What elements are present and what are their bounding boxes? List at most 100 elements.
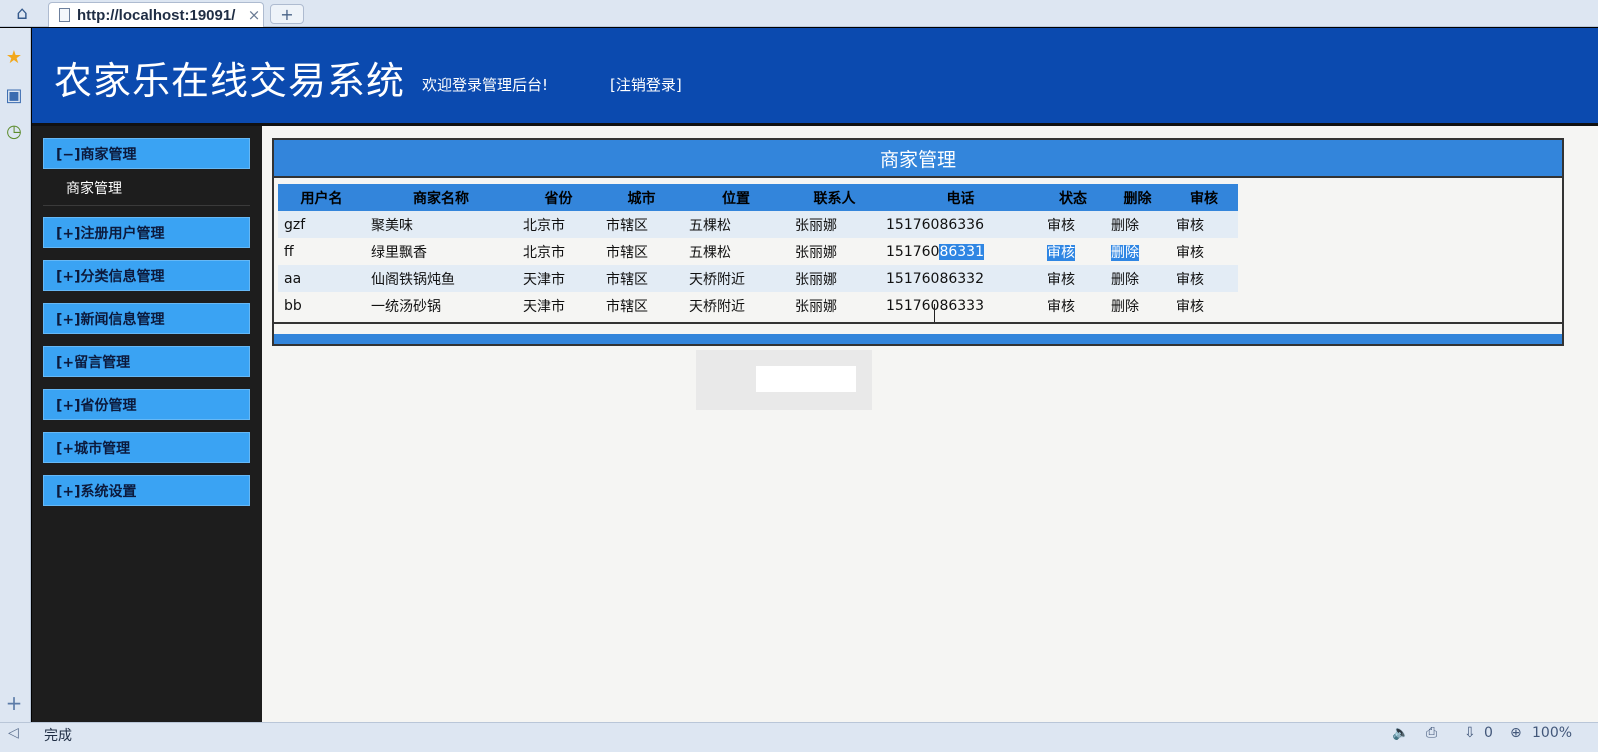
cell-city: 市辖区 (600, 211, 683, 238)
audit-link[interactable]: 审核 (1170, 292, 1238, 319)
cell-location: 五棵松 (683, 238, 789, 265)
cell-phone: 15176086336 (880, 211, 1041, 238)
tab-title: http://localhost:19091/ (77, 6, 236, 24)
panel-divider (274, 322, 1562, 324)
logout-link[interactable]: [注销登录] (610, 74, 682, 95)
menu-news-info[interactable]: [+]新闻信息管理 (43, 303, 250, 334)
cell-province: 天津市 (517, 292, 600, 319)
browser-side-toolbar: ★ ▣ ◷ + (0, 28, 31, 722)
col-username: 用户名 (278, 184, 365, 211)
home-icon[interactable]: ⌂ (8, 3, 36, 24)
phone-part: 151760 (886, 243, 940, 260)
status-link-text[interactable]: 审核 (1047, 244, 1075, 261)
menu-category-info[interactable]: [+]分类信息管理 (43, 260, 250, 291)
cell-province: 北京市 (517, 211, 600, 238)
text-cursor (934, 304, 935, 322)
table-row: aa 仙阁铁锅炖鱼 天津市 市辖区 天桥附近 张丽娜 15176086332 审… (278, 265, 1238, 292)
delete-link[interactable]: 删除 (1105, 292, 1170, 319)
merchant-table: 用户名 商家名称 省份 城市 位置 联系人 电话 状态 删除 审核 gzf 聚美… (278, 184, 1238, 319)
menu-system-settings[interactable]: [+]系统设置 (43, 475, 250, 506)
table-row: ff 绿里飘香 北京市 市辖区 五棵松 张丽娜 15176086331 审核 删… (278, 238, 1238, 265)
status-icon: ◁ (8, 725, 19, 741)
menu-message-management[interactable]: [+留言管理 (43, 346, 250, 377)
cell-merchant: 一统汤砂锅 (365, 292, 517, 319)
site-title: 农家乐在线交易系统 (54, 59, 406, 103)
cell-location: 天桥附近 (683, 265, 789, 292)
delete-link[interactable]: 删除 (1105, 265, 1170, 292)
col-city: 城市 (600, 184, 683, 211)
welcome-text: 欢迎登录管理后台! (422, 76, 549, 94)
delete-link[interactable]: 删除 (1105, 211, 1170, 238)
status-link[interactable]: 审核 (1041, 292, 1105, 319)
loading-placeholder-inner (756, 366, 856, 392)
col-audit: 审核 (1170, 184, 1238, 211)
col-province: 省份 (517, 184, 600, 211)
menu-sub-merchant-management[interactable]: 商家管理 (66, 178, 122, 198)
download-count: 0 (1484, 725, 1493, 741)
cell-contact: 张丽娜 (789, 265, 880, 292)
cell-city: 市辖区 (600, 238, 683, 265)
cell-username: gzf (278, 211, 365, 238)
menu-city-management[interactable]: [+城市管理 (43, 432, 250, 463)
audit-link[interactable]: 审核 (1170, 265, 1238, 292)
cell-city: 市辖区 (600, 265, 683, 292)
panel-footer (274, 334, 1562, 344)
cell-phone: 15176086333 (880, 292, 1041, 319)
close-tab-icon[interactable]: × (245, 6, 263, 24)
menu-merchant-management[interactable]: [−]商家管理 (43, 138, 250, 169)
screen-icon[interactable]: ▣ (3, 84, 25, 106)
menu-registered-users[interactable]: [+]注册用户管理 (43, 217, 250, 248)
page-icon (59, 8, 70, 22)
cell-merchant: 仙阁铁锅炖鱼 (365, 265, 517, 292)
cell-contact: 张丽娜 (789, 292, 880, 319)
cell-city: 市辖区 (600, 292, 683, 319)
audit-link[interactable]: 审核 (1170, 238, 1238, 265)
status-link[interactable]: 审核 (1041, 265, 1105, 292)
table-row: bb 一统汤砂锅 天津市 市辖区 天桥附近 张丽娜 15176086333 审核… (278, 292, 1238, 319)
cell-province: 北京市 (517, 238, 600, 265)
browser-tab[interactable]: http://localhost:19091/ × (48, 2, 264, 27)
cell-phone: 15176086332 (880, 265, 1041, 292)
zoom-level[interactable]: 100% (1532, 725, 1572, 741)
new-tab-button[interactable]: + (270, 4, 304, 24)
cell-merchant: 聚美味 (365, 211, 517, 238)
clock-icon[interactable]: ◷ (3, 120, 25, 142)
star-icon[interactable]: ★ (3, 46, 25, 68)
col-merchant-name: 商家名称 (365, 184, 517, 211)
plus-icon[interactable]: + (3, 691, 25, 715)
delete-link[interactable]: 删除 (1105, 238, 1170, 265)
table-header-row: 用户名 商家名称 省份 城市 位置 联系人 电话 状态 删除 审核 (278, 184, 1238, 211)
phone-selected-part: 86331 (939, 243, 984, 260)
col-delete: 删除 (1105, 184, 1170, 211)
cell-username: ff (278, 238, 365, 265)
printer-icon[interactable]: ⎙ (1426, 725, 1437, 741)
status-link[interactable]: 审核 (1041, 238, 1105, 265)
menu-province-management[interactable]: [+]省份管理 (43, 389, 250, 420)
browser-tab-bar: ⌂ http://localhost:19091/ × + (0, 0, 1598, 27)
col-contact: 联系人 (789, 184, 880, 211)
menu-divider (43, 205, 250, 206)
cell-location: 五棵松 (683, 211, 789, 238)
cell-username: aa (278, 265, 365, 292)
site-header: 农家乐在线交易系统 欢迎登录管理后台! [注销登录] (32, 28, 1598, 126)
cell-province: 天津市 (517, 265, 600, 292)
zoom-icon[interactable]: ⊕ (1510, 725, 1522, 741)
col-location: 位置 (683, 184, 789, 211)
sound-icon[interactable]: 🔈 (1392, 725, 1409, 741)
cell-username: bb (278, 292, 365, 319)
web-page: 农家乐在线交易系统 欢迎登录管理后台! [注销登录] [−]商家管理 商家管理 … (32, 28, 1598, 722)
cell-contact: 张丽娜 (789, 238, 880, 265)
sidebar: [−]商家管理 商家管理 [+]注册用户管理 [+]分类信息管理 [+]新闻信息… (32, 126, 262, 722)
cell-phone: 15176086331 (880, 238, 1041, 265)
status-link[interactable]: 审核 (1041, 211, 1105, 238)
delete-link-text[interactable]: 删除 (1111, 244, 1139, 261)
table-row: gzf 聚美味 北京市 市辖区 五棵松 张丽娜 15176086336 审核 删… (278, 211, 1238, 238)
col-phone: 电话 (880, 184, 1041, 211)
download-icon[interactable]: ⇩ (1464, 725, 1476, 741)
panel-title: 商家管理 (274, 140, 1562, 178)
cell-merchant: 绿里飘香 (365, 238, 517, 265)
audit-link[interactable]: 审核 (1170, 211, 1238, 238)
merchant-panel: 商家管理 用户名 商家名称 省份 城市 位置 联系人 电话 状态 删除 审核 g… (272, 138, 1564, 346)
cell-location: 天桥附近 (683, 292, 789, 319)
cell-contact: 张丽娜 (789, 211, 880, 238)
